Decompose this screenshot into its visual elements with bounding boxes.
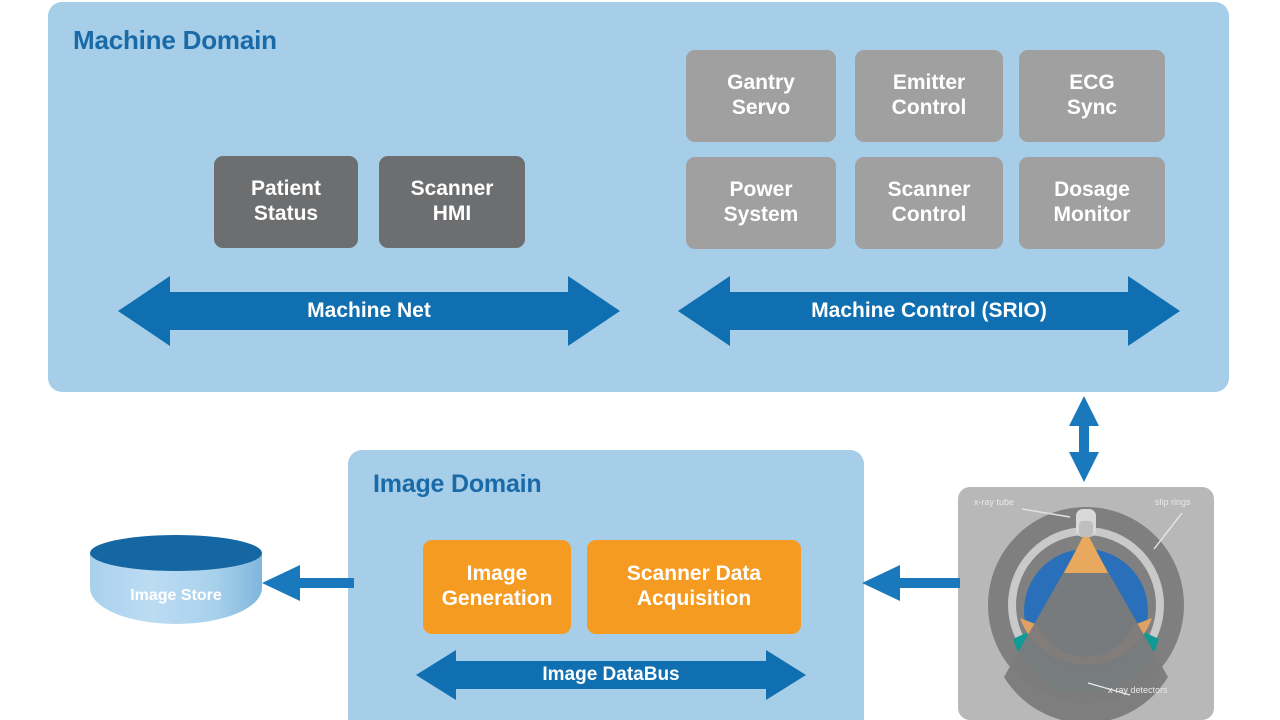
connector-machine-domain-to-scanner xyxy=(1063,396,1105,482)
module-label-line2: Control xyxy=(891,203,967,226)
module-label-line2: Servo xyxy=(731,96,791,119)
module-label: Dosage Monitor xyxy=(1054,178,1131,228)
module-label: Scanner Control xyxy=(888,178,971,228)
bidirectional-arrow-icon xyxy=(416,650,806,700)
module-label-line1: Scanner xyxy=(887,178,971,202)
image-store-label: Image Store xyxy=(130,587,222,604)
module-label: Power System xyxy=(724,178,799,228)
machine-domain-title: Machine Domain xyxy=(73,25,277,55)
image-store-database[interactable]: Image Store xyxy=(90,535,262,637)
module-label-line2: Control xyxy=(891,96,967,119)
module-power-system[interactable]: Power System xyxy=(686,157,836,249)
module-label-line1: Dosage xyxy=(1054,178,1130,202)
cylinder-top-ellipse xyxy=(90,535,262,571)
image-domain-title: Image Domain xyxy=(373,470,542,498)
bidirectional-arrow-icon xyxy=(678,276,1180,346)
left-arrow-icon xyxy=(262,565,354,601)
ct-scanner-cross-section-icon xyxy=(988,507,1184,720)
module-label-line2: Sync xyxy=(1066,96,1118,119)
bus-machine-control: Machine Control (SRIO) xyxy=(678,272,1180,350)
module-label-line2: HMI xyxy=(432,202,472,225)
ct-scanner-illustration: x-ray tube slip rings x-ray detectors xyxy=(958,487,1214,720)
scanner-annotation-xray-tube: x-ray tube xyxy=(974,497,1015,507)
bidirectional-arrow-icon xyxy=(118,276,620,346)
module-dosage-monitor[interactable]: Dosage Monitor xyxy=(1019,157,1165,249)
scanner-annotation-slip-rings: slip rings xyxy=(1155,497,1191,507)
module-label-line1: ECG xyxy=(1069,71,1115,95)
module-emitter-control[interactable]: Emitter Control xyxy=(855,50,1003,142)
connector-scanner-to-image-domain xyxy=(862,565,960,601)
module-label-line1: Emitter xyxy=(892,71,966,95)
module-label-line2: Generation xyxy=(441,587,553,610)
module-gantry-servo[interactable]: Gantry Servo xyxy=(686,50,836,142)
connector-image-domain-to-image-store xyxy=(262,565,354,601)
module-patient-status[interactable]: Patient Status xyxy=(214,156,358,248)
module-label-line2: Status xyxy=(253,202,319,225)
module-ecg-sync[interactable]: ECG Sync xyxy=(1019,50,1165,142)
module-label: ECG Sync xyxy=(1067,71,1117,121)
diagram-canvas: Machine Domain Patient Status Scanner HM… xyxy=(0,0,1280,720)
module-label-line1: Scanner xyxy=(410,177,494,201)
module-label: Emitter Control xyxy=(892,71,967,121)
module-scanner-hmi[interactable]: Scanner HMI xyxy=(379,156,525,248)
bus-image-databus: Image DataBus xyxy=(416,648,806,702)
module-scanner-control[interactable]: Scanner Control xyxy=(855,157,1003,249)
bus-machine-net: Machine Net xyxy=(118,272,620,350)
module-label-line1: Scanner Data xyxy=(626,562,762,586)
module-label: Scanner Data Acquisition xyxy=(627,562,761,612)
module-scanner-data-acquisition[interactable]: Scanner Data Acquisition xyxy=(587,540,801,634)
module-label-line1: Power xyxy=(729,178,793,202)
module-label-line1: Image xyxy=(466,562,528,586)
module-label-line1: Gantry xyxy=(727,71,795,95)
module-label: Patient Status xyxy=(251,177,321,227)
vertical-double-arrow-icon xyxy=(1069,396,1099,482)
module-label: Scanner HMI xyxy=(411,177,494,227)
module-image-generation[interactable]: Image Generation xyxy=(423,540,571,634)
module-label-line2: Monitor xyxy=(1053,203,1131,226)
module-label-line2: Acquisition xyxy=(636,587,752,610)
module-label-line2: System xyxy=(723,203,799,226)
module-label-line1: Patient xyxy=(250,177,321,201)
module-label: Image Generation xyxy=(442,562,553,612)
scanner-annotation-xray-detectors: x-ray detectors xyxy=(1108,685,1168,695)
left-arrow-icon xyxy=(862,565,960,601)
module-label: Gantry Servo xyxy=(727,71,795,121)
